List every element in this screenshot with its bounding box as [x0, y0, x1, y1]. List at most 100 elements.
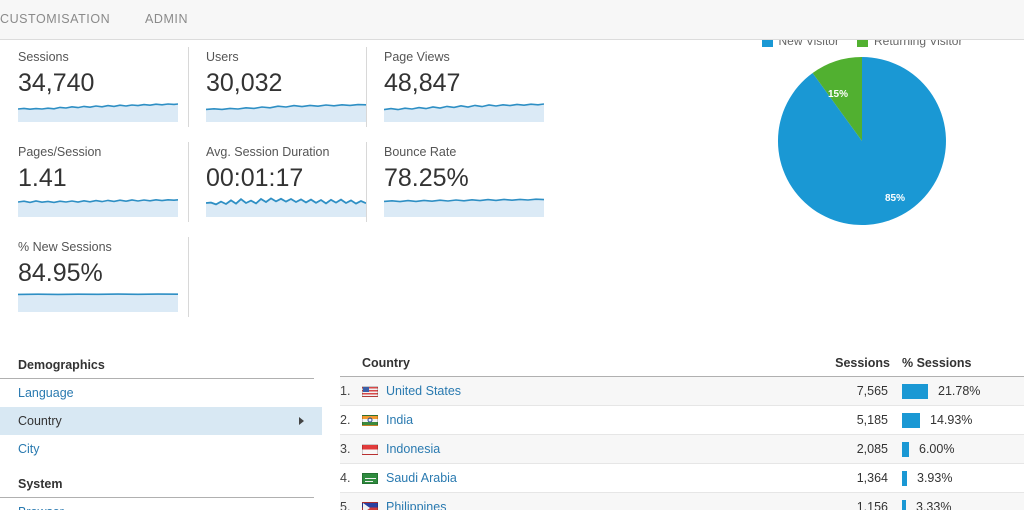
metric-card-page-views[interactable]: Page Views 48,847 [366, 41, 554, 135]
metric-label: Avg. Session Duration [206, 145, 330, 159]
pct-value: 3.33% [916, 500, 952, 510]
sparkline-bounce-rate [384, 191, 544, 217]
row-pct-cell: 21.78% [890, 383, 1024, 399]
table-row[interactable]: 2. India 5,185 14.93% [340, 406, 1024, 435]
metric-card-avg-session-duration[interactable]: Avg. Session Duration 00:01:17 [188, 136, 376, 230]
sparkline-sessions [18, 96, 178, 122]
sparkline-pages-per-session [18, 191, 178, 217]
row-sessions: 2,085 [856, 442, 888, 456]
pct-value: 3.93% [917, 471, 953, 485]
tab-admin[interactable]: ADMIN [145, 12, 188, 26]
tab-customisation[interactable]: CUSTOMISATION [0, 12, 110, 26]
row-index: 2. [340, 413, 351, 427]
metric-label: Bounce Rate [384, 145, 457, 159]
row-country-cell: United States [362, 384, 780, 398]
pie-chart[interactable]: 85% 15% [776, 55, 948, 227]
card-divider [366, 142, 367, 222]
card-divider [188, 47, 189, 127]
pct-value: 21.78% [938, 384, 981, 398]
column-header-pct-sessions[interactable]: % Sessions [890, 356, 1010, 370]
metric-value: 00:01:17 [206, 164, 304, 192]
metric-value: 48,847 [384, 69, 461, 97]
metric-card-bounce-rate[interactable]: Bounce Rate 78.25% [366, 136, 554, 230]
row-pct-cell: 3.33% [890, 499, 1024, 510]
sidebar-item-country[interactable]: Country [0, 407, 322, 435]
metric-label: Users [206, 50, 239, 64]
row-country-cell: India [362, 413, 780, 427]
column-header-sessions[interactable]: Sessions [780, 356, 890, 370]
flag-icon-philippines [362, 501, 378, 510]
row-sessions: 1,364 [856, 471, 888, 485]
row-country-cell: Saudi Arabia [362, 471, 780, 485]
card-divider [188, 142, 189, 222]
metric-card-sessions[interactable]: Sessions 34,740 [0, 41, 188, 135]
metric-card-percent-new-sessions[interactable]: % New Sessions 84.95% [0, 231, 188, 325]
row-country-cell: Philippines [362, 500, 780, 510]
metric-label: Pages/Session [18, 145, 102, 159]
country-link[interactable]: Philippines [386, 500, 446, 510]
sidebar-item-language[interactable]: Language [0, 379, 322, 407]
row-pct-cell: 14.93% [890, 412, 1024, 428]
country-sessions-table: Country Sessions % Sessions 1. United St… [340, 352, 1024, 510]
flag-icon-india [362, 414, 378, 426]
column-header-country[interactable]: Country [340, 356, 780, 370]
country-link[interactable]: Saudi Arabia [386, 471, 457, 485]
lower-section: Demographics Language Country City Syste… [0, 352, 1024, 510]
chevron-right-icon [299, 417, 304, 425]
metric-value: 84.95% [18, 259, 103, 287]
pct-bar [902, 383, 928, 399]
row-index: 4. [340, 471, 351, 485]
pct-bar [902, 412, 920, 428]
sidebar-header-system: System [0, 471, 314, 498]
pie-label-new-visitor: 85% [885, 193, 905, 204]
flag-icon-indonesia [362, 443, 378, 455]
visitor-type-pie-chart-panel: New Visitor Returning Visitor 85% 15% [700, 34, 1024, 341]
row-sessions: 5,185 [856, 413, 888, 427]
table-header-row: Country Sessions % Sessions [340, 352, 1024, 377]
sparkline-avg-session-duration [206, 191, 366, 217]
demographics-sidebar: Demographics Language Country City Syste… [0, 352, 322, 510]
pct-value: 14.93% [930, 413, 973, 427]
flag-icon-united-states [362, 385, 378, 397]
pct-bar [902, 470, 907, 486]
metric-card-pages-per-session[interactable]: Pages/Session 1.41 [0, 136, 188, 230]
table-row[interactable]: 3. Indonesia 2,085 6.00% [340, 435, 1024, 464]
metric-label: % New Sessions [18, 240, 112, 254]
sidebar-item-browser[interactable]: Browser [0, 498, 322, 510]
metric-label: Sessions [18, 50, 69, 64]
row-sessions: 1,156 [856, 500, 888, 510]
row-index: 5. [340, 500, 351, 510]
metric-value: 1.41 [18, 164, 67, 192]
country-link[interactable]: United States [386, 384, 461, 398]
row-index: 1. [340, 384, 351, 398]
table-row[interactable]: 1. United States 7,565 21.78% [340, 377, 1024, 406]
metric-row-3: % New Sessions 84.95% [0, 231, 700, 325]
sidebar-header-demographics: Demographics [0, 352, 314, 379]
row-sessions: 7,565 [856, 384, 888, 398]
sidebar-item-city[interactable]: City [0, 435, 322, 463]
row-pct-cell: 3.93% [890, 470, 1024, 486]
metric-cards-panel: Sessions 34,740 Users 30,032 Page Views … [0, 41, 700, 341]
top-navigation-bar: CUSTOMISATION ADMIN [0, 0, 1024, 40]
pct-bar [902, 441, 909, 457]
card-divider [188, 237, 189, 317]
row-pct-cell: 6.00% [890, 441, 1024, 457]
pct-bar [902, 499, 906, 510]
row-index: 3. [340, 442, 351, 456]
metric-value: 78.25% [384, 164, 469, 192]
sparkline-percent-new-sessions [18, 286, 178, 312]
sidebar-item-label: Country [18, 414, 62, 428]
metric-row-2: Pages/Session 1.41 Avg. Session Duration… [0, 136, 700, 230]
row-country-cell: Indonesia [362, 442, 780, 456]
country-link[interactable]: India [386, 413, 413, 427]
pct-value: 6.00% [919, 442, 955, 456]
table-row[interactable]: 5. Philippines 1,156 3.33% [340, 493, 1024, 510]
sparkline-page-views [384, 96, 544, 122]
metric-label: Page Views [384, 50, 450, 64]
analytics-dashboard: CUSTOMISATION ADMIN Sessions 34,740 User… [0, 0, 1024, 510]
country-link[interactable]: Indonesia [386, 442, 440, 456]
metric-card-users[interactable]: Users 30,032 [188, 41, 376, 135]
flag-icon-saudi-arabia [362, 472, 378, 484]
table-row[interactable]: 4. Saudi Arabia 1,364 3.93% [340, 464, 1024, 493]
